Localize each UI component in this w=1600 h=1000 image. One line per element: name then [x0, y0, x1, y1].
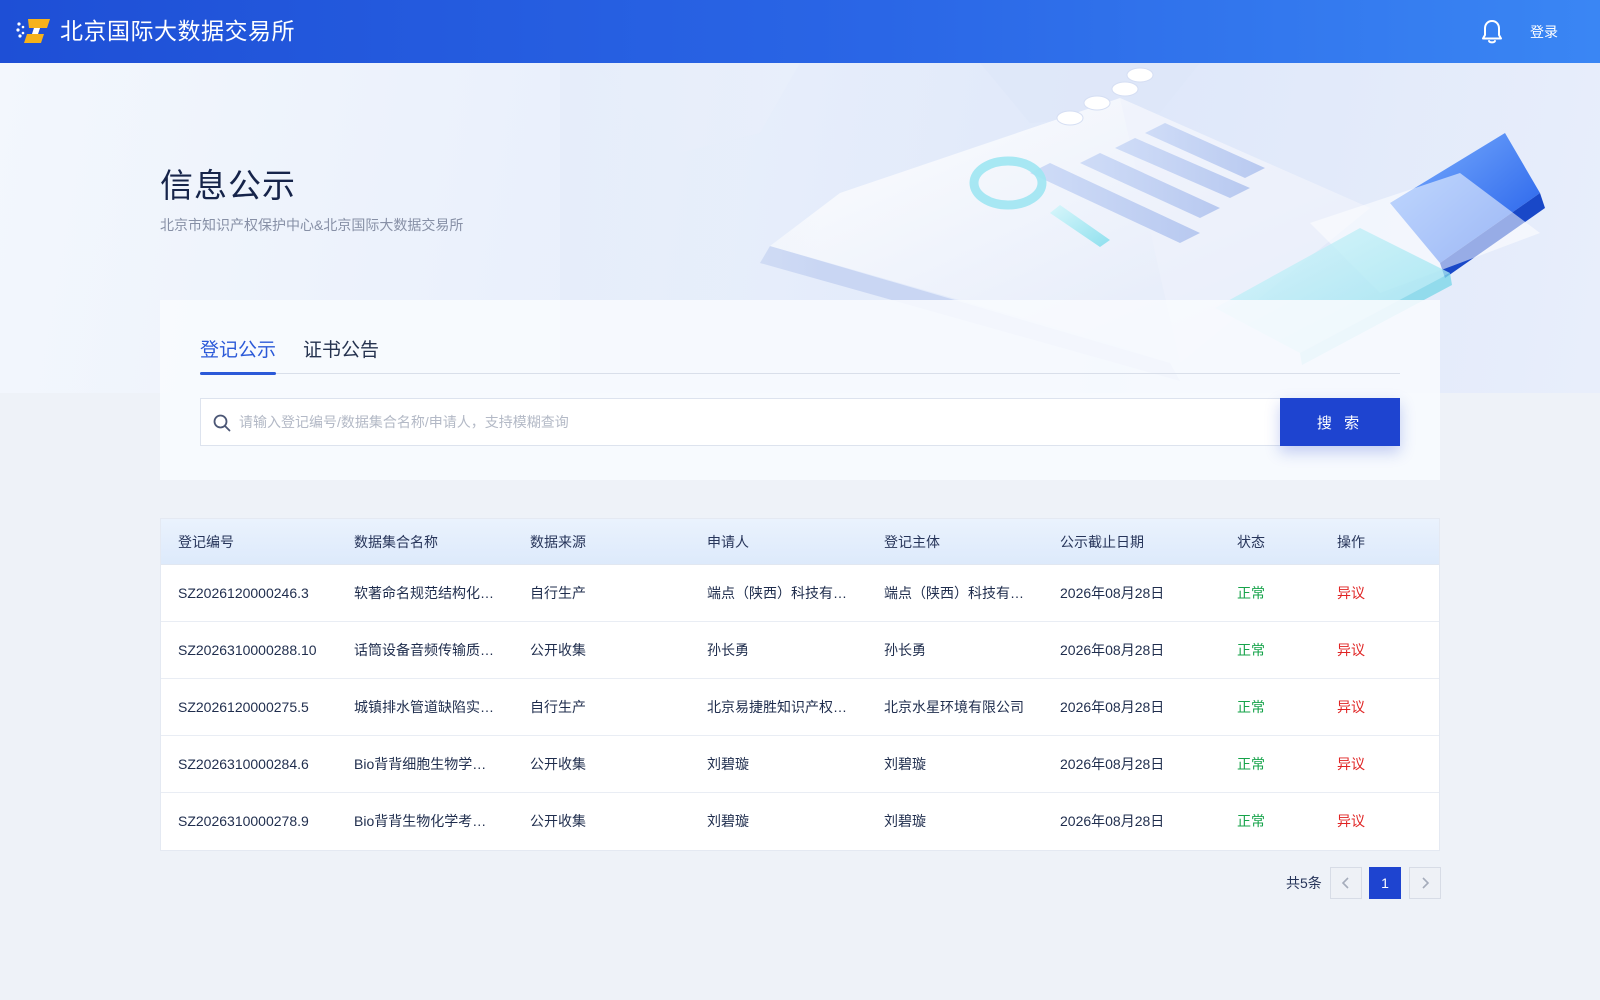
cell-status: 正常 [1237, 642, 1265, 658]
search-box [200, 398, 1282, 446]
cell-registration-id: SZ2026120000275.5 [178, 699, 309, 715]
cell-status: 正常 [1237, 699, 1265, 715]
cell-registrant: 孙长勇 [884, 642, 926, 658]
column-header-status: 状态 [1237, 534, 1265, 550]
cell-registrant: 刘碧璇 [884, 756, 926, 772]
cell-data-source: 公开收集 [530, 813, 586, 829]
cell-dataset-name: 话筒设备音频传输质量数据集 [354, 642, 496, 658]
cell-registration-id: SZ2026310000288.10 [178, 642, 317, 658]
page-number-button[interactable]: 1 [1369, 867, 1401, 899]
page-subtitle: 北京市知识产权保护中心&北京国际大数据交易所 [160, 217, 464, 233]
cell-registration-id: SZ2026310000284.6 [178, 756, 309, 772]
search-input[interactable] [239, 400, 1269, 444]
cell-applicant: 刘碧璇 [707, 813, 749, 829]
table-row: SZ2026120000246.3 软著命名规范结构化数据集 自行生产 端点（陕… [161, 565, 1439, 622]
cell-applicant: 孙长勇 [707, 642, 749, 658]
tab-registration-notice[interactable]: 登记公示 [200, 338, 277, 375]
cell-deadline: 2026年08月28日 [1060, 585, 1165, 601]
cell-data-source: 自行生产 [530, 699, 586, 715]
table-row: SZ2026310000284.6 Bio背背细胞生物学数据集 公开收集 刘碧璇… [161, 736, 1439, 793]
search-icon [213, 414, 231, 432]
total-count: 共5条 [1286, 875, 1322, 891]
cell-data-source: 自行生产 [530, 585, 586, 601]
brand-logo-icon[interactable] [16, 15, 52, 47]
chevron-right-icon [1422, 877, 1430, 889]
cell-status: 正常 [1237, 813, 1265, 829]
next-page-button[interactable] [1409, 867, 1441, 899]
cell-applicant: 北京易捷胜知识产权代理有限公司 [707, 699, 849, 715]
cell-deadline: 2026年08月28日 [1060, 699, 1165, 715]
cell-dataset-name: Bio背背细胞生物学数据集 [354, 756, 496, 772]
cell-deadline: 2026年08月28日 [1060, 756, 1165, 772]
cell-applicant: 端点（陕西）科技有限公司 [707, 585, 849, 601]
search-card: 登记公示 证书公告 搜 索 [160, 300, 1440, 480]
cell-registrant: 北京水星环境有限公司 [884, 699, 1024, 715]
cell-dataset-name: 软著命名规范结构化数据集 [354, 585, 496, 601]
cell-deadline: 2026年08月28日 [1060, 642, 1165, 658]
objection-link[interactable]: 异议 [1337, 642, 1417, 658]
cell-status: 正常 [1237, 756, 1265, 772]
cell-status: 正常 [1237, 585, 1265, 601]
page-title: 信息公示 [160, 167, 296, 204]
objection-link[interactable]: 异议 [1337, 756, 1417, 772]
top-navbar: 北京国际大数据交易所 登录 [0, 0, 1600, 63]
cell-dataset-name: Bio背背生物化学考试数据集 [354, 813, 496, 829]
cell-applicant: 刘碧璇 [707, 756, 749, 772]
objection-link[interactable]: 异议 [1337, 813, 1417, 829]
table-row: SZ2026120000275.5 城镇排水管道缺陷实例数据集 自行生产 北京易… [161, 679, 1439, 736]
column-header-data-source: 数据来源 [530, 534, 586, 550]
cell-registrant: 刘碧璇 [884, 813, 926, 829]
tab-bar: 登记公示 证书公告 [200, 338, 1400, 375]
brand-name[interactable]: 北京国际大数据交易所 [60, 16, 295, 46]
chevron-left-icon [1341, 877, 1349, 889]
cell-registration-id: SZ2026310000278.9 [178, 813, 309, 829]
column-header-action: 操作 [1337, 534, 1365, 550]
cell-deadline: 2026年08月28日 [1060, 813, 1165, 829]
objection-link[interactable]: 异议 [1337, 585, 1417, 601]
registration-table: 登记编号 数据集合名称 数据来源 申请人 登记主体 公示截止日期 状态 操作 S… [160, 518, 1440, 851]
login-link[interactable]: 登录 [1530, 22, 1558, 42]
bell-icon[interactable] [1480, 19, 1504, 45]
cell-data-source: 公开收集 [530, 642, 586, 658]
column-header-registration-id: 登记编号 [178, 534, 234, 550]
column-header-applicant: 申请人 [707, 534, 749, 550]
search-button[interactable]: 搜 索 [1280, 398, 1400, 446]
tab-certificate-announcement[interactable]: 证书公告 [303, 338, 379, 364]
previous-page-button[interactable] [1330, 867, 1362, 899]
cell-dataset-name: 城镇排水管道缺陷实例数据集 [354, 699, 496, 715]
column-header-registrant: 登记主体 [884, 534, 940, 550]
column-header-dataset-name: 数据集合名称 [354, 534, 438, 550]
table-row: SZ2026310000288.10 话筒设备音频传输质量数据集 公开收集 孙长… [161, 622, 1439, 679]
table-row: SZ2026310000278.9 Bio背背生物化学考试数据集 公开收集 刘碧… [161, 793, 1439, 850]
objection-link[interactable]: 异议 [1337, 699, 1417, 715]
cell-registration-id: SZ2026120000246.3 [178, 585, 309, 601]
table-header: 登记编号 数据集合名称 数据来源 申请人 登记主体 公示截止日期 状态 操作 [161, 519, 1439, 565]
cell-registrant: 端点（陕西）科技有限公司 [884, 585, 1034, 601]
cell-data-source: 公开收集 [530, 756, 586, 772]
column-header-deadline: 公示截止日期 [1060, 534, 1144, 550]
